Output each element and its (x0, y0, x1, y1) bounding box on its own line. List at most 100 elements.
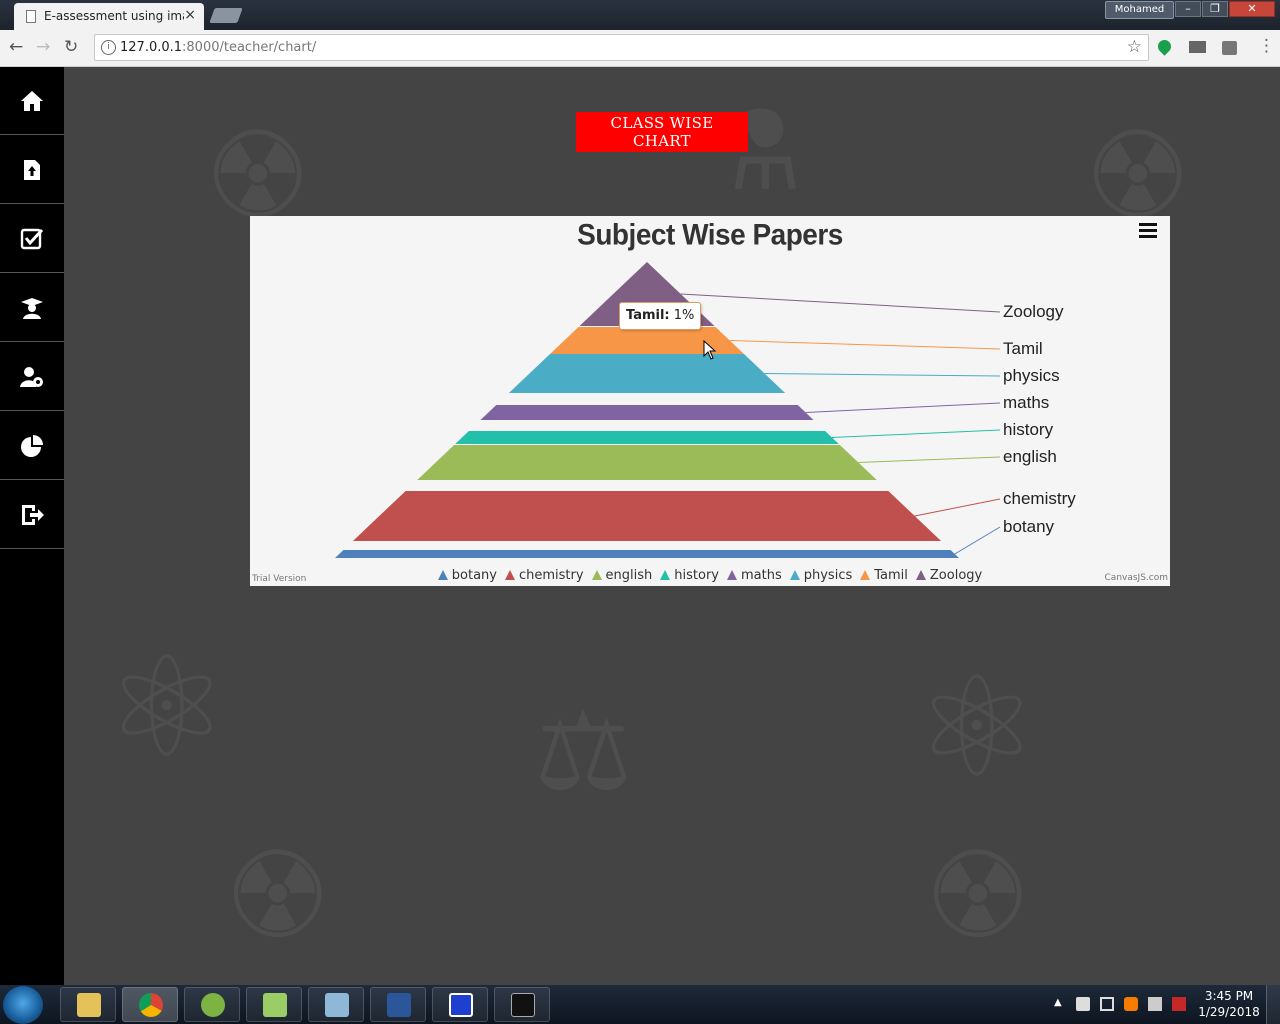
sidebar-item-home[interactable] (0, 67, 64, 135)
lock-extension-icon[interactable] (1222, 41, 1237, 55)
index-label-english: english (1003, 447, 1057, 466)
start-button[interactable] (3, 986, 43, 1024)
window-maximize-button[interactable]: ❐ (1202, 1, 1228, 17)
legend-label: botany (451, 568, 497, 583)
background-doodle: ☢ (924, 827, 1032, 966)
taskbar-app-chameleon[interactable] (184, 987, 240, 1022)
index-label-connector (914, 498, 1001, 517)
sidebar-item-upload[interactable] (0, 136, 64, 204)
taskbar-app-notepadpp[interactable] (246, 987, 302, 1022)
url-path: :8000/teacher/chart/ (182, 40, 317, 55)
chart-title: Subject Wise Papers (577, 218, 843, 251)
reload-icon[interactable]: ↻ (64, 37, 78, 57)
index-label-connector (831, 429, 1001, 438)
pie-chart-icon (21, 434, 43, 457)
sidebar-item-charts[interactable] (0, 412, 64, 480)
taskbar-app-word[interactable] (370, 987, 426, 1022)
address-bar[interactable]: i 127.0.0.1:8000/teacher/chart/ ☆ (94, 34, 1149, 61)
window-minimize-button[interactable]: – (1175, 1, 1201, 17)
legend-label: Zoology (929, 568, 983, 583)
chart-legend: botany chemistry english history maths physic… (250, 568, 1170, 583)
legend-item-tamil[interactable]: Tamil (860, 568, 908, 583)
tray-expand-icon[interactable]: ▲ (1054, 997, 1068, 1011)
pyramid-segment-english[interactable] (417, 445, 877, 480)
extension-green-icon[interactable] (1155, 37, 1174, 56)
chrome-icon (139, 993, 163, 1017)
browser-menu-icon[interactable]: ⋮ (1258, 36, 1275, 56)
index-label-maths: maths (1003, 393, 1049, 412)
sidebar-item-profile[interactable] (0, 343, 64, 411)
legend-item-history[interactable]: history (660, 568, 719, 583)
back-arrow-icon[interactable]: ← (9, 37, 23, 57)
pyramid-segment-physics[interactable] (508, 354, 786, 393)
site-info-icon[interactable]: i (101, 40, 116, 55)
sidebar-item-students[interactable] (0, 274, 64, 342)
canvasjs-credit-link[interactable]: CanvasJS.com (1105, 573, 1168, 583)
legend-label: maths (741, 568, 782, 583)
background-doodle: ⚛ (914, 647, 1040, 810)
legend-item-botany[interactable]: botany (437, 568, 497, 583)
index-label-physics: physics (1003, 366, 1060, 385)
file-explorer-icon (77, 993, 101, 1017)
legend-label: Tamil (874, 568, 908, 583)
legend-item-physics[interactable]: physics (789, 568, 853, 583)
pyramid-segment-maths[interactable] (480, 405, 814, 420)
show-desktop-button[interactable] (1266, 985, 1280, 1024)
clock-date[interactable]: 1/29/2018 (1198, 1005, 1260, 1019)
speaker-muted-icon[interactable] (1076, 997, 1090, 1011)
browser-tab[interactable]: E-assessment using imag × (14, 3, 204, 30)
command-prompt-icon (511, 993, 535, 1017)
legend-marker-icon (915, 570, 926, 580)
chart-container: botany chemistry english history maths physic… (250, 216, 1170, 586)
legend-item-zoology[interactable]: Zoology (915, 568, 983, 583)
taskbar-app-blue[interactable] (432, 987, 488, 1022)
pyramid-segment-chemistry[interactable] (352, 491, 942, 541)
bookmark-star-icon[interactable]: ☆ (1127, 37, 1142, 57)
index-label-connector (680, 293, 1001, 313)
avast-icon[interactable] (1124, 997, 1138, 1011)
pyramid-segment-botany[interactable] (335, 550, 959, 558)
legend-marker-icon (591, 570, 602, 580)
pyramid-segment-history[interactable] (455, 431, 839, 444)
profile-name-badge[interactable]: Mohamed (1105, 1, 1174, 19)
network-icon[interactable] (1100, 997, 1114, 1011)
sidebar-item-assessments[interactable] (0, 205, 64, 273)
taskbar: ▲ 3:45 PM 1/29/2018 (0, 985, 1280, 1024)
class-wise-chart-button[interactable]: CLASS WISE CHART (576, 112, 748, 152)
trial-version-label: Trial Version (252, 574, 307, 584)
url-text[interactable]: 127.0.0.1:8000/teacher/chart/ (120, 40, 316, 55)
notepad-icon (325, 993, 349, 1017)
url-host: 127.0.0.1 (120, 40, 183, 55)
legend-marker-icon (860, 570, 871, 580)
taskbar-app-chrome[interactable] (122, 987, 178, 1022)
legend-label: physics (803, 568, 853, 583)
window-close-button[interactable]: ✕ (1229, 1, 1275, 17)
legend-marker-icon (789, 570, 800, 580)
background-doodle: ☢ (224, 827, 332, 966)
index-label-history: history (1003, 420, 1054, 439)
chart-menu-icon[interactable] (1139, 223, 1157, 239)
index-label-connector (729, 340, 1001, 350)
forward-arrow-icon[interactable]: → (36, 37, 50, 57)
action-center-icon[interactable] (1148, 997, 1162, 1011)
mail-extension-icon[interactable] (1189, 41, 1206, 53)
clock-time[interactable]: 3:45 PM (1200, 989, 1258, 1003)
taskbar-app-notepad[interactable] (308, 987, 364, 1022)
new-tab-button[interactable] (209, 8, 243, 23)
home-icon (21, 90, 43, 111)
index-label-connector (805, 402, 1001, 413)
browser-title-bar: E-assessment using imag × Mohamed – ❐ ✕ (0, 0, 1280, 30)
sidebar-item-logout[interactable] (0, 481, 64, 549)
legend-label: english (605, 568, 653, 583)
legend-item-english[interactable]: english (591, 568, 653, 583)
index-label-connector (858, 456, 1001, 463)
tab-title: E-assessment using imag (44, 9, 184, 23)
taskbar-app-cmd[interactable] (494, 987, 550, 1022)
taskbar-app-explorer[interactable] (60, 987, 116, 1022)
chart-tooltip: Tamil: 1% (619, 302, 702, 330)
legend-item-chemistry[interactable]: chemistry (504, 568, 584, 583)
tab-close-icon[interactable]: × (184, 7, 196, 23)
flag-alert-icon[interactable] (1172, 997, 1186, 1011)
legend-item-maths[interactable]: maths (727, 568, 782, 583)
browser-toolbar: ← → ↻ i 127.0.0.1:8000/teacher/chart/ ☆ … (0, 30, 1280, 67)
